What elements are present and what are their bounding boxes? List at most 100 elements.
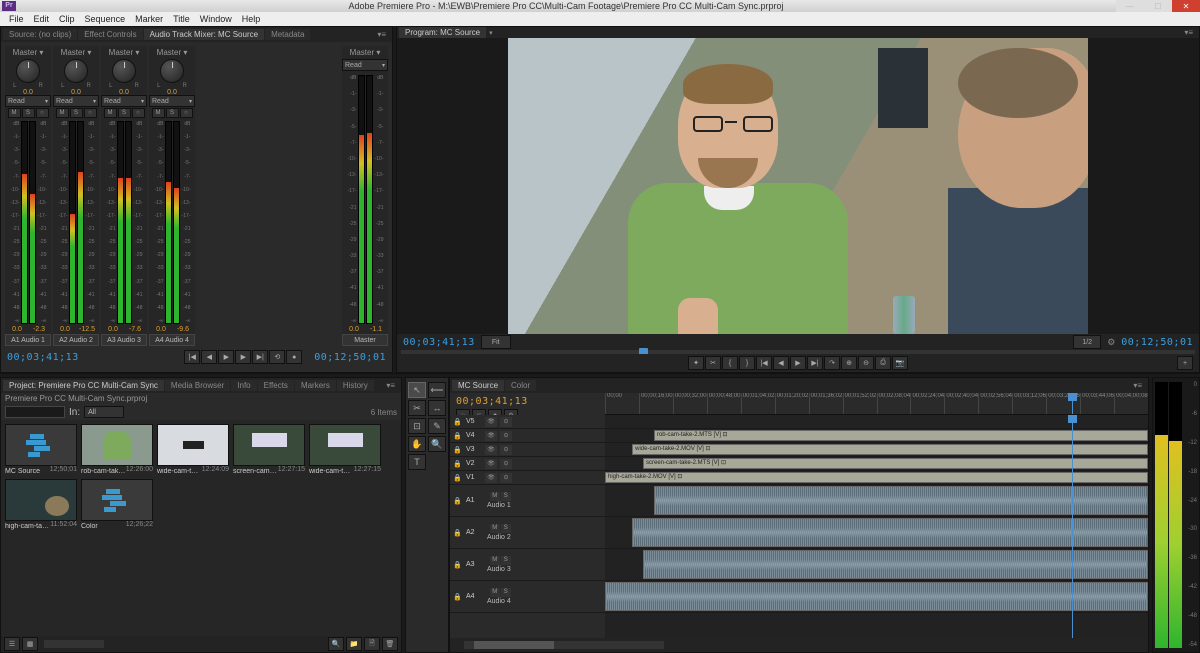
menu-sequence[interactable]: Sequence	[80, 14, 131, 24]
menu-help[interactable]: Help	[237, 14, 266, 24]
tab-timeline-color[interactable]: Color	[505, 380, 536, 391]
toggle-output[interactable]: 👁	[485, 417, 497, 427]
video-track-row[interactable]: screen-cam-take-2.MTS [V] ⊡	[605, 457, 1148, 471]
audio-clip[interactable]	[632, 518, 1148, 547]
track-tag[interactable]: V5	[466, 418, 482, 425]
maximize-button[interactable]: ☐	[1144, 0, 1172, 12]
go-out-button[interactable]: }	[739, 356, 755, 370]
lock-icon[interactable]: 🔒	[453, 418, 463, 426]
project-search-input[interactable]	[5, 406, 65, 418]
video-track-header[interactable]: 🔒V5👁⊙	[450, 415, 605, 429]
lock-icon[interactable]: 🔒	[453, 460, 463, 468]
solo-button[interactable]: S	[501, 524, 511, 533]
delete-button[interactable]: 🗑	[382, 637, 398, 651]
play-button[interactable]: ▶	[790, 356, 806, 370]
track-content[interactable]: rob-cam-take-2.MTS [V] ⊡wide-cam-take-2.…	[605, 415, 1148, 638]
track-tag[interactable]: A2	[466, 529, 482, 536]
mute-button[interactable]: M	[104, 108, 117, 118]
sync-lock[interactable]: ⊙	[500, 459, 512, 469]
tool-button[interactable]: ↖	[408, 382, 426, 398]
pan-knob[interactable]	[160, 59, 184, 83]
automation-mode-select[interactable]: Read	[101, 95, 147, 107]
channel-name[interactable]: A4 Audio 4	[149, 334, 195, 346]
solo-button[interactable]: S	[22, 108, 35, 118]
lift-button[interactable]: ⊕	[841, 356, 857, 370]
audio-track-header[interactable]: 🔒A1MSAudio 1	[450, 485, 605, 517]
tool-button[interactable]: ⊡	[408, 418, 426, 434]
snapshot-button[interactable]: 📷	[892, 356, 908, 370]
track-tag[interactable]: V1	[466, 474, 482, 481]
bin-thumbnail[interactable]	[81, 424, 153, 466]
mark-out-button[interactable]: ✂	[705, 356, 721, 370]
solo-button[interactable]: S	[70, 108, 83, 118]
video-track-header[interactable]: 🔒V3👁⊙	[450, 443, 605, 457]
list-view-button[interactable]: ☰	[4, 637, 20, 651]
sync-lock[interactable]: ⊙	[500, 431, 512, 441]
project-menu-icon[interactable]: ▾≡	[386, 381, 399, 390]
filter-all-select[interactable]: All	[84, 406, 124, 418]
audio-clip[interactable]	[654, 486, 1148, 515]
pan-knob[interactable]	[16, 59, 40, 83]
audio-track-header[interactable]: 🔒A3MSAudio 3	[450, 549, 605, 581]
lock-icon[interactable]: 🔒	[453, 593, 463, 601]
bin-item[interactable]: high-cam-take-2...11:52:04	[5, 479, 77, 530]
step-fwd-button[interactable]: ▶	[235, 350, 251, 364]
mute-button[interactable]: M	[490, 556, 500, 565]
automation-mode-select[interactable]: Read	[342, 59, 388, 71]
record-button[interactable]: ○	[36, 108, 49, 118]
program-monitor[interactable]	[397, 38, 1199, 334]
video-track-header[interactable]: 🔒V4👁⊙	[450, 429, 605, 443]
tool-button[interactable]: ✂	[408, 400, 426, 416]
prev-button[interactable]: |◀	[756, 356, 772, 370]
solo-button[interactable]: S	[118, 108, 131, 118]
record-button[interactable]: ○	[84, 108, 97, 118]
program-dropdown-icon[interactable]: ▾	[489, 29, 493, 37]
record-button[interactable]: ●	[286, 350, 302, 364]
menu-edit[interactable]: Edit	[29, 14, 55, 24]
menu-clip[interactable]: Clip	[54, 14, 80, 24]
bin-thumbnail[interactable]	[157, 424, 229, 466]
channel-name[interactable]: A1 Audio 1	[5, 334, 51, 346]
find-button[interactable]: 🔍	[328, 637, 344, 651]
audio-track-header[interactable]: 🔒A4MSAudio 4	[450, 581, 605, 613]
export-frame-button[interactable]: ⎙	[875, 356, 891, 370]
mute-button[interactable]: M	[490, 524, 500, 533]
bin-item[interactable]: screen-cam-take-2...12:27:15	[233, 424, 305, 475]
program-menu-icon[interactable]: ▾≡	[1184, 28, 1197, 37]
toggle-output[interactable]: 👁	[485, 445, 497, 455]
timeline-ruler[interactable]: 00;0000;00;16;0000;00;32;0000;00;48;0000…	[605, 393, 1148, 415]
timeline-menu-icon[interactable]: ▾≡	[1133, 381, 1146, 390]
timeline-timecode[interactable]: 00;03;41;13	[456, 396, 599, 407]
audio-track-header[interactable]: 🔒A2MSAudio 2	[450, 517, 605, 549]
track-tag[interactable]: V3	[466, 446, 482, 453]
video-track-row[interactable]	[605, 415, 1148, 429]
tab-info[interactable]: Info	[231, 380, 256, 391]
playhead-line[interactable]	[1072, 415, 1073, 638]
mute-button[interactable]: M	[152, 108, 165, 118]
tab-source[interactable]: Source: (no clips)	[3, 29, 77, 40]
sync-lock[interactable]: ⊙	[500, 417, 512, 427]
toggle-output[interactable]: 👁	[485, 473, 497, 483]
tab-effects[interactable]: Effects	[258, 380, 294, 391]
audio-track-row[interactable]	[605, 581, 1148, 613]
close-button[interactable]: ✕	[1172, 0, 1200, 12]
sync-lock[interactable]: ⊙	[500, 473, 512, 483]
toggle-output[interactable]: 👁	[485, 459, 497, 469]
solo-button[interactable]: S	[501, 492, 511, 501]
automation-mode-select[interactable]: Read	[149, 95, 195, 107]
track-tag[interactable]: A3	[466, 561, 482, 568]
tool-button[interactable]: T	[408, 454, 426, 470]
channel-name[interactable]: Master	[342, 334, 388, 346]
video-track-row[interactable]: rob-cam-take-2.MTS [V] ⊡	[605, 429, 1148, 443]
button-editor[interactable]: +	[1177, 356, 1193, 370]
minimize-button[interactable]: —	[1116, 0, 1144, 12]
panel-menu-icon[interactable]: ▾≡	[377, 30, 390, 39]
audio-track-row[interactable]	[605, 485, 1148, 517]
tool-button[interactable]: ✎	[428, 418, 446, 434]
goto-out-button[interactable]: ▶|	[252, 350, 268, 364]
step-fwd-button[interactable]: ▶|	[807, 356, 823, 370]
settings-icon[interactable]: ⚙	[1107, 337, 1115, 348]
lock-icon[interactable]: 🔒	[453, 561, 463, 569]
bin-thumbnail[interactable]	[309, 424, 381, 466]
audio-track-row[interactable]	[605, 517, 1148, 549]
